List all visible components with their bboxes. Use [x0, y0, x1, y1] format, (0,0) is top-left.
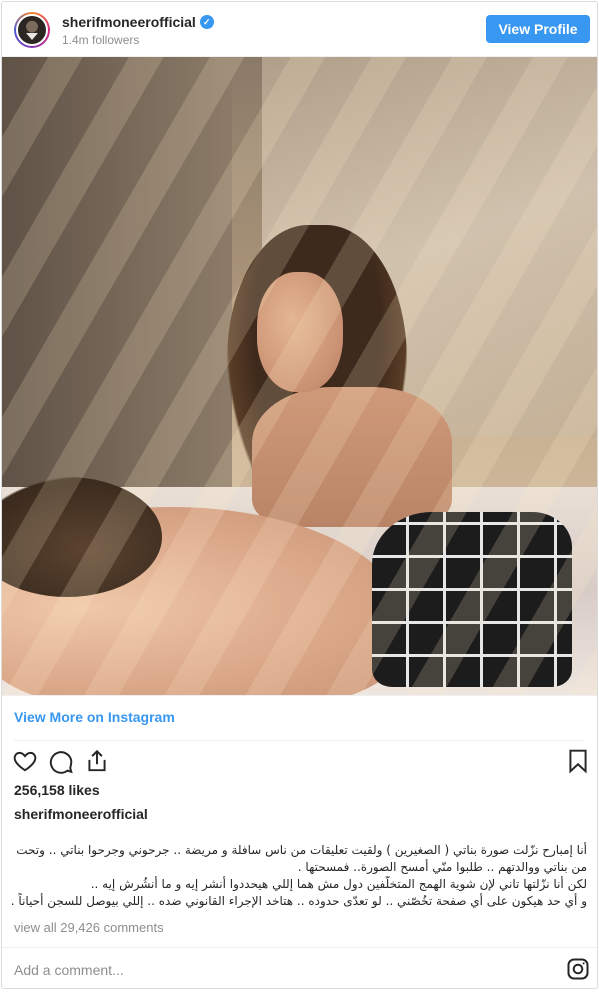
- post-photo[interactable]: [2, 56, 597, 696]
- add-comment-input[interactable]: [14, 960, 544, 980]
- caption-username[interactable]: sherifmoneerofficial: [14, 806, 148, 822]
- followers-count: 1.4m followers: [62, 33, 140, 47]
- heart-icon: [13, 751, 37, 772]
- divider: [14, 740, 585, 741]
- likes-count[interactable]: 256,158 likes: [14, 782, 100, 798]
- save-button[interactable]: [563, 746, 593, 776]
- verified-badge-icon: ✓: [199, 15, 214, 29]
- divider: [2, 947, 597, 948]
- caption-line: أنا إمبارح نزّلت صورة بناتي ( الصغيرين )…: [12, 843, 587, 857]
- caption-line: و أي حد هيكون على أي صفحة تخُصّني .. لو …: [12, 894, 587, 908]
- post-caption: أنا إمبارح نزّلت صورة بناتي ( الصغيرين )…: [12, 842, 587, 910]
- post-header: sherifmoneerofficial ✓ 1.4m followers Vi…: [2, 2, 597, 56]
- comment-button[interactable]: [46, 746, 76, 776]
- avatar[interactable]: [16, 14, 48, 46]
- view-more-on-instagram-link[interactable]: View More on Instagram: [14, 709, 175, 725]
- avatar-ring[interactable]: [14, 12, 50, 48]
- caption-line: من بناتي ووالدتهم .. طلبوا منّي أمسح الص…: [297, 860, 587, 874]
- view-all-comments-link[interactable]: view all 29,426 comments: [14, 920, 164, 935]
- comment-icon: [49, 751, 73, 774]
- instagram-icon[interactable]: [566, 957, 590, 981]
- share-icon: [88, 749, 106, 772]
- bookmark-icon: [569, 749, 587, 774]
- instagram-embed-card: sherifmoneerofficial ✓ 1.4m followers Vi…: [1, 1, 598, 989]
- action-bar: [2, 746, 597, 778]
- share-button[interactable]: [82, 746, 112, 776]
- username-link[interactable]: sherifmoneerofficial: [62, 14, 196, 30]
- view-profile-button[interactable]: View Profile: [486, 15, 590, 43]
- like-button[interactable]: [10, 746, 40, 776]
- username-row: sherifmoneerofficial ✓: [62, 14, 214, 30]
- caption-line: لكن أنا نزّلتها تاني لإن شوية الهمج المت…: [90, 877, 587, 891]
